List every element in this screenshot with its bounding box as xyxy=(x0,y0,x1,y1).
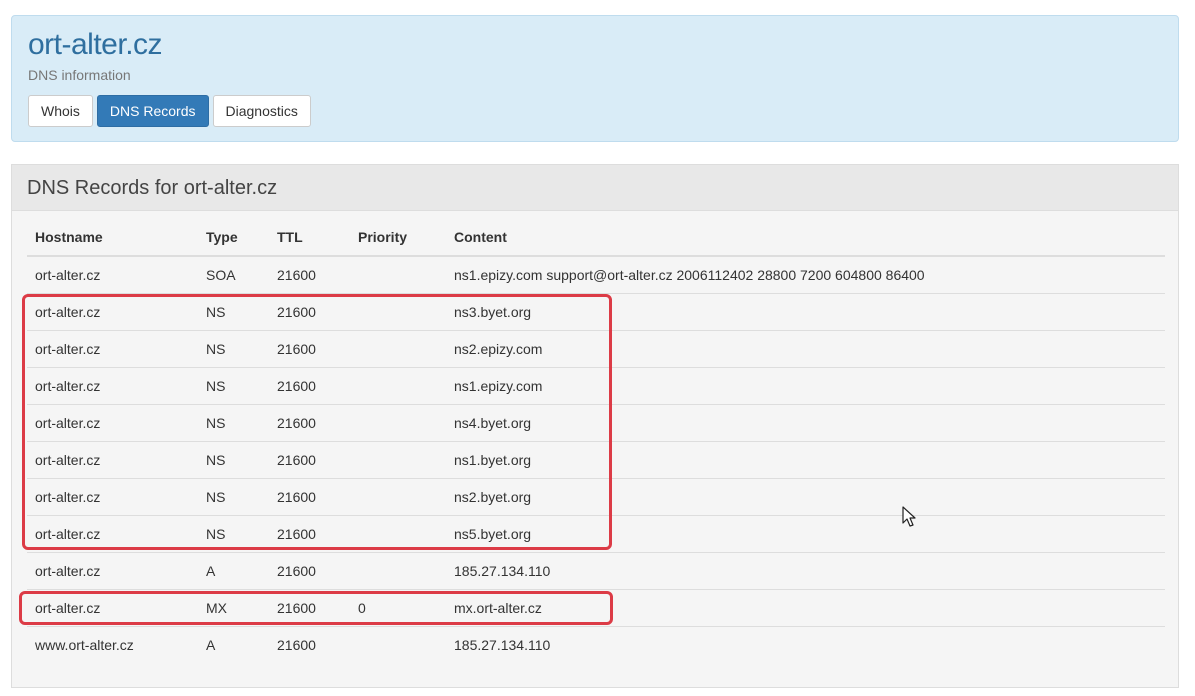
tab-dns-records[interactable]: DNS Records xyxy=(96,95,209,127)
cell-priority xyxy=(350,627,446,664)
cell-type: A xyxy=(206,637,216,653)
cell-content: ns5.byet.org xyxy=(446,515,1165,553)
cell-content: mx.ort-alter.cz xyxy=(446,589,1165,627)
column-header-type: Type xyxy=(198,219,269,257)
cell-hostname: ort-alter.cz xyxy=(27,367,198,405)
cell-hostname: www.ort-alter.cz xyxy=(35,637,134,653)
table-row: www.ort-alter.cz A 21600 185.27.134.110 xyxy=(27,627,1165,664)
column-header-hostname: Hostname xyxy=(27,219,198,257)
tab-group: Whois DNS Records Diagnostics xyxy=(28,95,311,127)
cell-content: 185.27.134.110 xyxy=(446,552,1165,590)
cell-priority xyxy=(350,293,446,331)
tab-diagnostics[interactable]: Diagnostics xyxy=(212,95,311,127)
cell-type: MX xyxy=(198,589,269,627)
cell-ttl: 21600 xyxy=(269,589,350,627)
cell-priority xyxy=(350,441,446,479)
table-row: ort-alter.cz NS 21600 ns5.byet.org xyxy=(27,515,1165,553)
panel-title: DNS Records for ort-alter.cz xyxy=(12,165,1178,211)
dns-records-panel: DNS Records for ort-alter.cz Hostname Ty… xyxy=(11,164,1179,688)
column-header-content: Content xyxy=(446,219,1165,257)
tab-whois[interactable]: Whois xyxy=(28,95,93,127)
cell-content: ns2.epizy.com xyxy=(446,330,1165,368)
cell-hostname: ort-alter.cz xyxy=(27,441,198,479)
table-row: ort-alter.cz NS 21600 ns2.byet.org xyxy=(27,478,1165,516)
table-header-row: Hostname Type TTL Priority Content xyxy=(27,219,1165,257)
cell-priority xyxy=(350,330,446,368)
cell-content: ns2.byet.org xyxy=(446,478,1165,516)
cell-ttl: 21600 xyxy=(269,404,350,442)
page-subtitle: DNS information xyxy=(28,67,131,83)
table-row: ort-alter.cz NS 21600 ns4.byet.org xyxy=(27,404,1165,442)
cell-type: NS xyxy=(198,404,269,442)
column-header-priority: Priority xyxy=(350,219,446,257)
cell-ttl: 21600 xyxy=(269,441,350,479)
cell-hostname: ort-alter.cz xyxy=(27,256,198,294)
cell-type: SOA xyxy=(198,256,269,294)
cell-content: ns4.byet.org xyxy=(446,404,1165,442)
cell-type: NS xyxy=(198,330,269,368)
cell-hostname: ort-alter.cz xyxy=(27,589,198,627)
cell-content: 185.27.134.110 xyxy=(454,637,551,653)
cell-ttl: 21600 xyxy=(269,552,350,590)
cell-priority: 0 xyxy=(350,589,446,627)
header-well: ort-alter.cz DNS information Whois DNS R… xyxy=(11,15,1179,142)
column-header-ttl: TTL xyxy=(269,219,350,257)
cell-priority xyxy=(350,256,446,294)
cell-content: ns1.epizy.com xyxy=(446,367,1165,405)
page-title: ort-alter.cz xyxy=(28,28,163,61)
cell-ttl: 21600 xyxy=(269,478,350,516)
cell-hostname: ort-alter.cz xyxy=(27,515,198,553)
cell-ttl: 21600 xyxy=(269,256,350,294)
cell-ttl: 21600 xyxy=(269,515,350,553)
cell-type: NS xyxy=(198,441,269,479)
cell-priority xyxy=(350,552,446,590)
dns-records-table: Hostname Type TTL Priority Content ort-a… xyxy=(27,219,1165,663)
cell-ttl: 21600 xyxy=(269,330,350,368)
cell-content: ns1.byet.org xyxy=(446,441,1165,479)
table-row: ort-alter.cz NS 21600 ns1.byet.org xyxy=(27,441,1165,479)
cell-priority xyxy=(350,367,446,405)
table-row: ort-alter.cz NS 21600 ns1.epizy.com xyxy=(27,367,1165,405)
table-row: ort-alter.cz A 21600 185.27.134.110 xyxy=(27,552,1165,590)
cell-type: NS xyxy=(198,478,269,516)
cell-hostname: ort-alter.cz xyxy=(27,478,198,516)
table-row: ort-alter.cz NS 21600 ns2.epizy.com xyxy=(27,330,1165,368)
cell-hostname: ort-alter.cz xyxy=(27,404,198,442)
cell-type: NS xyxy=(198,367,269,405)
cell-priority xyxy=(350,478,446,516)
table-row: ort-alter.cz MX 21600 0 mx.ort-alter.cz xyxy=(27,589,1165,627)
mouse-cursor-icon xyxy=(902,506,916,527)
table-row: ort-alter.cz NS 21600 ns3.byet.org xyxy=(27,293,1165,331)
cell-ttl: 21600 xyxy=(269,293,350,331)
cell-ttl: 21600 xyxy=(269,367,350,405)
cell-type: A xyxy=(198,552,269,590)
cell-hostname: ort-alter.cz xyxy=(27,330,198,368)
cell-priority xyxy=(350,515,446,553)
cell-content: ns1.epizy.com support@ort-alter.cz 20061… xyxy=(446,256,1165,294)
cell-type: NS xyxy=(198,515,269,553)
cell-type: NS xyxy=(198,293,269,331)
cell-ttl: 21600 xyxy=(277,637,316,653)
cell-priority xyxy=(350,404,446,442)
cell-content: ns3.byet.org xyxy=(446,293,1165,331)
cell-hostname: ort-alter.cz xyxy=(27,552,198,590)
table-row: ort-alter.cz SOA 21600 ns1.epizy.com suppor… xyxy=(27,256,1165,294)
cell-hostname: ort-alter.cz xyxy=(27,293,198,331)
